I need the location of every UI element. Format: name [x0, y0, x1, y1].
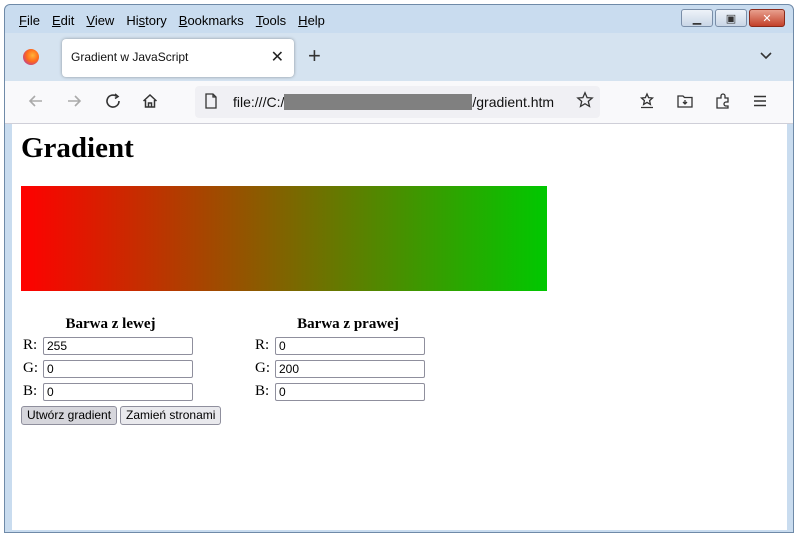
menu-help[interactable]: Help: [292, 11, 331, 31]
reload-icon[interactable]: [104, 92, 122, 113]
url-text: file:///C:/ /gradient.htm: [233, 94, 554, 110]
right-g-row: G:: [255, 357, 441, 380]
right-b-input[interactable]: [275, 382, 425, 401]
create-gradient-button[interactable]: Utwórz gradient: [21, 406, 118, 425]
left-b-label: B:: [23, 383, 38, 399]
menu-tools[interactable]: Tools: [250, 11, 292, 31]
new-tab-button[interactable]: +: [308, 45, 321, 67]
tab-gradient[interactable]: Gradient w JavaScript ✕: [62, 39, 294, 77]
left-r-label: R:: [23, 337, 38, 353]
minimize-icon: ▁: [692, 12, 702, 25]
pocket-icon[interactable]: [638, 92, 656, 113]
page-content: Gradient Barwa z lewej R: G: B: Barwa z …: [12, 124, 787, 530]
left-g-row: G:: [23, 357, 198, 380]
firefox-icon: [23, 49, 39, 65]
url-suffix: /gradient.htm: [472, 94, 555, 110]
action-buttons: Utwórz gradient Zamień stronami: [21, 406, 222, 425]
page-title: Gradient: [21, 132, 134, 164]
right-r-label: R:: [255, 337, 270, 353]
right-r-input[interactable]: [275, 336, 425, 355]
url-redacted-segment: [284, 94, 473, 110]
left-g-label: G:: [23, 360, 38, 376]
left-g-input[interactable]: [43, 359, 193, 378]
save-to-folder-icon[interactable]: [676, 92, 694, 113]
tab-title: Gradient w JavaScript: [71, 50, 189, 64]
maximize-button[interactable]: ▣: [715, 9, 747, 27]
browser-window: File Edit View History Bookmarks Tools H…: [4, 4, 794, 533]
left-b-row: B:: [23, 380, 198, 403]
left-r-row: R:: [23, 334, 198, 357]
menu-bar: File Edit View History Bookmarks Tools H…: [13, 11, 331, 31]
right-b-label: B:: [255, 383, 270, 399]
back-icon[interactable]: [27, 92, 45, 113]
tab-list-chevron-down-icon[interactable]: [759, 47, 773, 63]
menu-hamburger-icon[interactable]: [751, 92, 769, 113]
navigation-bar: file:///C:/ /gradient.htm: [5, 81, 793, 124]
url-bar[interactable]: file:///C:/ /gradient.htm: [195, 86, 600, 118]
minimize-button[interactable]: ▁: [681, 9, 713, 27]
page-icon: [204, 93, 218, 112]
close-window-button[interactable]: ✕: [749, 9, 785, 27]
bookmark-star-icon[interactable]: [576, 91, 594, 114]
tab-strip: Gradient w JavaScript ✕ +: [5, 33, 793, 81]
right-b-row: B:: [255, 380, 441, 403]
menu-history[interactable]: History: [120, 11, 172, 31]
left-color-panel: Barwa z lewej R: G: B:: [23, 314, 198, 403]
right-heading: Barwa z prawej: [297, 316, 399, 332]
right-color-panel: Barwa z prawej R: G: B:: [255, 314, 441, 403]
menu-file[interactable]: File: [13, 11, 46, 31]
menu-view[interactable]: View: [80, 11, 120, 31]
right-g-input[interactable]: [275, 359, 425, 378]
menu-edit[interactable]: Edit: [46, 11, 80, 31]
tab-close-icon[interactable]: ✕: [271, 47, 284, 67]
left-heading: Barwa z lewej: [65, 316, 156, 332]
menu-bookmarks[interactable]: Bookmarks: [173, 11, 250, 31]
close-icon: ✕: [762, 12, 772, 25]
right-r-row: R:: [255, 334, 441, 357]
window-controls: ▁ ▣ ✕: [681, 9, 785, 27]
url-prefix: file:///C:/: [233, 94, 285, 110]
swap-sides-button[interactable]: Zamień stronami: [120, 406, 222, 425]
left-b-input[interactable]: [43, 382, 193, 401]
right-g-label: G:: [255, 360, 270, 376]
maximize-icon: ▣: [725, 12, 737, 25]
home-icon[interactable]: [141, 92, 159, 113]
left-r-input[interactable]: [43, 336, 193, 355]
extensions-icon[interactable]: [714, 92, 732, 113]
gradient-preview: [21, 186, 547, 291]
forward-icon[interactable]: [65, 92, 83, 113]
